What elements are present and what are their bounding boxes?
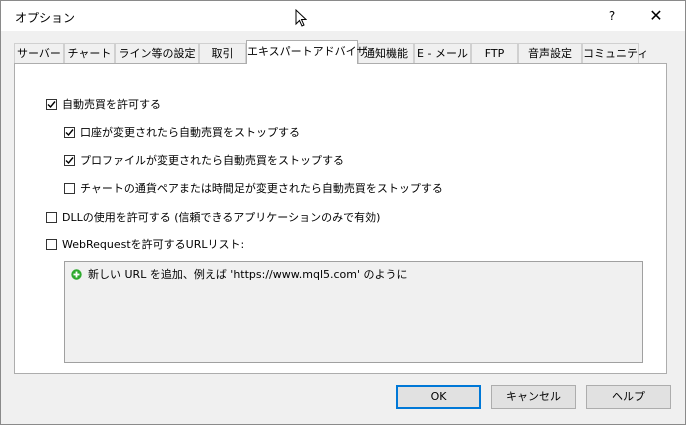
tab-ftp[interactable]: FTP (471, 43, 518, 63)
stop-on-account-change-label: 口座が変更されたら自動売買をストップする (80, 126, 300, 139)
webrequest-url-list[interactable]: 新しい URL を追加、例えば 'https://www.mql5.com' の… (64, 261, 643, 363)
tab-community[interactable]: コミュニティ (582, 43, 648, 63)
mouse-cursor-icon (295, 9, 307, 27)
allow-dll-label: DLLの使用を許可する (信頼できるアプリケーションのみで有効) (62, 211, 381, 224)
allow-webrequest-checkbox[interactable] (46, 238, 57, 250)
plus-circle-icon[interactable] (71, 268, 82, 280)
tab-expert-advisors[interactable]: エキスパートアドバイザ (246, 40, 368, 64)
allow-dll-checkbox[interactable] (46, 211, 57, 223)
stop-on-profile-change-option[interactable]: プロファイルが変更されたら自動売買をストップする (64, 152, 344, 168)
allow-auto-trading-checkbox[interactable] (46, 98, 57, 110)
dialog-title: オプション (15, 11, 76, 25)
tab-trade[interactable]: 取引 (199, 43, 246, 63)
tab-objects[interactable]: ライン等の設定 (115, 43, 199, 63)
checkmark-icon (47, 100, 56, 108)
cancel-button[interactable]: キャンセル (491, 385, 576, 409)
close-button[interactable]: ✕ (641, 1, 671, 31)
allow-webrequest-label: WebRequestを許可するURLリスト: (62, 238, 245, 251)
allow-auto-trading-label: 自動売買を許可する (62, 98, 161, 111)
stop-on-account-change-option[interactable]: 口座が変更されたら自動売買をストップする (64, 124, 300, 140)
stop-on-profile-change-label: プロファイルが変更されたら自動売買をストップする (80, 154, 344, 167)
tab-sound[interactable]: 音声設定 (518, 43, 582, 63)
tab-chart[interactable]: チャート (64, 43, 115, 63)
tab-server[interactable]: サーバー (14, 43, 64, 63)
tab-email[interactable]: E - メール (414, 43, 471, 63)
help-titlebar-button[interactable]: ? (597, 1, 627, 31)
ok-button[interactable]: OK (396, 385, 481, 409)
stop-on-account-change-checkbox[interactable] (64, 126, 75, 138)
allow-webrequest-option[interactable]: WebRequestを許可するURLリスト: (46, 236, 244, 252)
checkmark-icon (65, 156, 74, 164)
stop-on-profile-change-checkbox[interactable] (64, 154, 75, 166)
title-bar[interactable]: オプション ? ✕ (1, 1, 685, 31)
allow-auto-trading-option[interactable]: 自動売買を許可する (46, 96, 161, 112)
help-button[interactable]: ヘルプ (586, 385, 671, 409)
checkmark-icon (65, 128, 74, 136)
stop-on-symbol-change-checkbox[interactable] (64, 182, 75, 194)
expert-advisors-panel: 自動売買を許可する 口座が変更されたら自動売買をストップする プロファイルが変更… (14, 63, 667, 374)
allow-dll-option[interactable]: DLLの使用を許可する (信頼できるアプリケーションのみで有効) (46, 209, 380, 225)
options-dialog: オプション ? ✕ サーバー チャート ライン等の設定 取引 エキスパートアドバ… (0, 0, 686, 425)
add-url-row[interactable]: 新しい URL を追加、例えば 'https://www.mql5.com' の… (71, 266, 408, 282)
stop-on-symbol-change-option[interactable]: チャートの通貨ペアまたは時間足が変更されたら自動売買をストップする (64, 180, 443, 196)
stop-on-symbol-change-label: チャートの通貨ペアまたは時間足が変更されたら自動売買をストップする (80, 182, 443, 195)
add-url-hint: 新しい URL を追加、例えば 'https://www.mql5.com' の… (88, 268, 408, 281)
